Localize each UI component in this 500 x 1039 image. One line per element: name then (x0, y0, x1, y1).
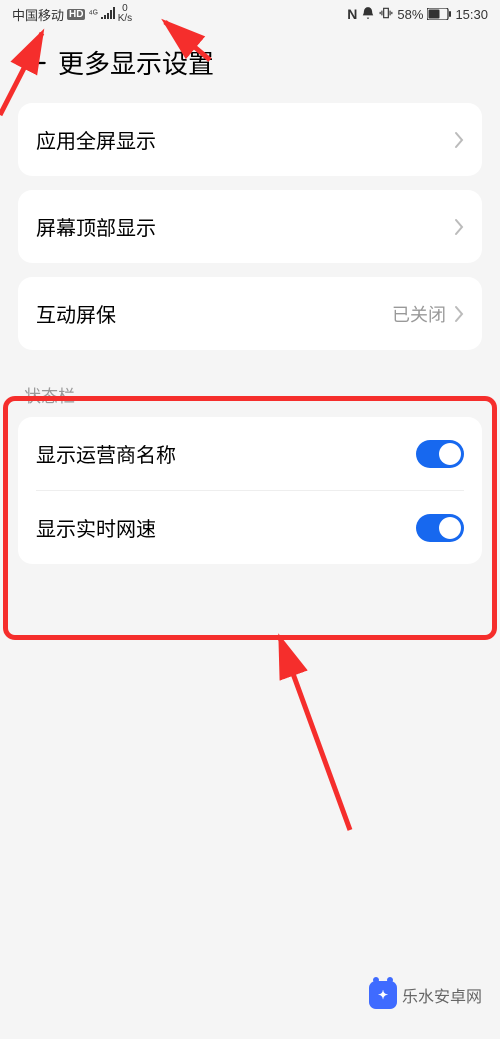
watermark-logo-icon: ✦ (369, 981, 397, 1009)
page-header: 更多显示设置 (0, 28, 500, 103)
clock-time: 15:30 (455, 7, 488, 22)
settings-card-fullscreen: 应用全屏显示 (18, 103, 482, 176)
settings-card-topbar: 屏幕顶部显示 (18, 190, 482, 263)
row-show-carrier-name[interactable]: 显示运营商名称 (18, 417, 482, 490)
battery-percentage: 58% (397, 7, 423, 22)
row-label: 显示运营商名称 (36, 439, 176, 468)
carrier-name: 中国移动 (12, 5, 64, 24)
net-speed-indicator: 0 K/s (118, 4, 132, 24)
page-title: 更多显示设置 (58, 44, 214, 81)
toggle-realtime-speed[interactable] (416, 514, 464, 542)
row-screen-top-display[interactable]: 屏幕顶部显示 (18, 190, 482, 263)
arrow-left-icon (23, 50, 49, 76)
row-interactive-screensaver[interactable]: 互动屏保 已关闭 (18, 277, 482, 350)
watermark-text: 乐水安卓网 (402, 983, 482, 1007)
row-label: 应用全屏显示 (36, 125, 156, 154)
row-show-realtime-speed[interactable]: 显示实时网速 (18, 491, 482, 564)
row-fullscreen-apps[interactable]: 应用全屏显示 (18, 103, 482, 176)
hd-badge: HD (67, 9, 85, 20)
signal-icon: ⁴ᴳ (88, 9, 97, 20)
section-heading-statusbar: 状态栏 (18, 364, 482, 417)
annotation-arrow-3 (260, 620, 380, 840)
status-bar: 中国移动 HD ⁴ᴳ 0 K/s N 58% 15:30 (0, 0, 500, 28)
row-label: 屏幕顶部显示 (36, 212, 156, 241)
chevron-right-icon (454, 305, 464, 323)
chevron-right-icon (454, 131, 464, 149)
alarm-icon (361, 6, 375, 23)
vibrate-icon (379, 6, 393, 23)
row-label: 显示实时网速 (36, 513, 156, 542)
watermark: ✦ 乐水安卓网 (369, 981, 482, 1009)
signal-bars-icon (101, 7, 115, 22)
settings-card-screensaver: 互动屏保 已关闭 (18, 277, 482, 350)
back-button[interactable] (18, 45, 54, 81)
row-value: 已关闭 (392, 301, 446, 327)
settings-card-statusbar: 显示运营商名称 显示实时网速 (18, 417, 482, 564)
chevron-right-icon (454, 218, 464, 236)
battery-icon (427, 8, 451, 20)
toggle-carrier-name[interactable] (416, 440, 464, 468)
nfc-icon: N (347, 6, 357, 22)
row-label: 互动屏保 (36, 299, 116, 328)
